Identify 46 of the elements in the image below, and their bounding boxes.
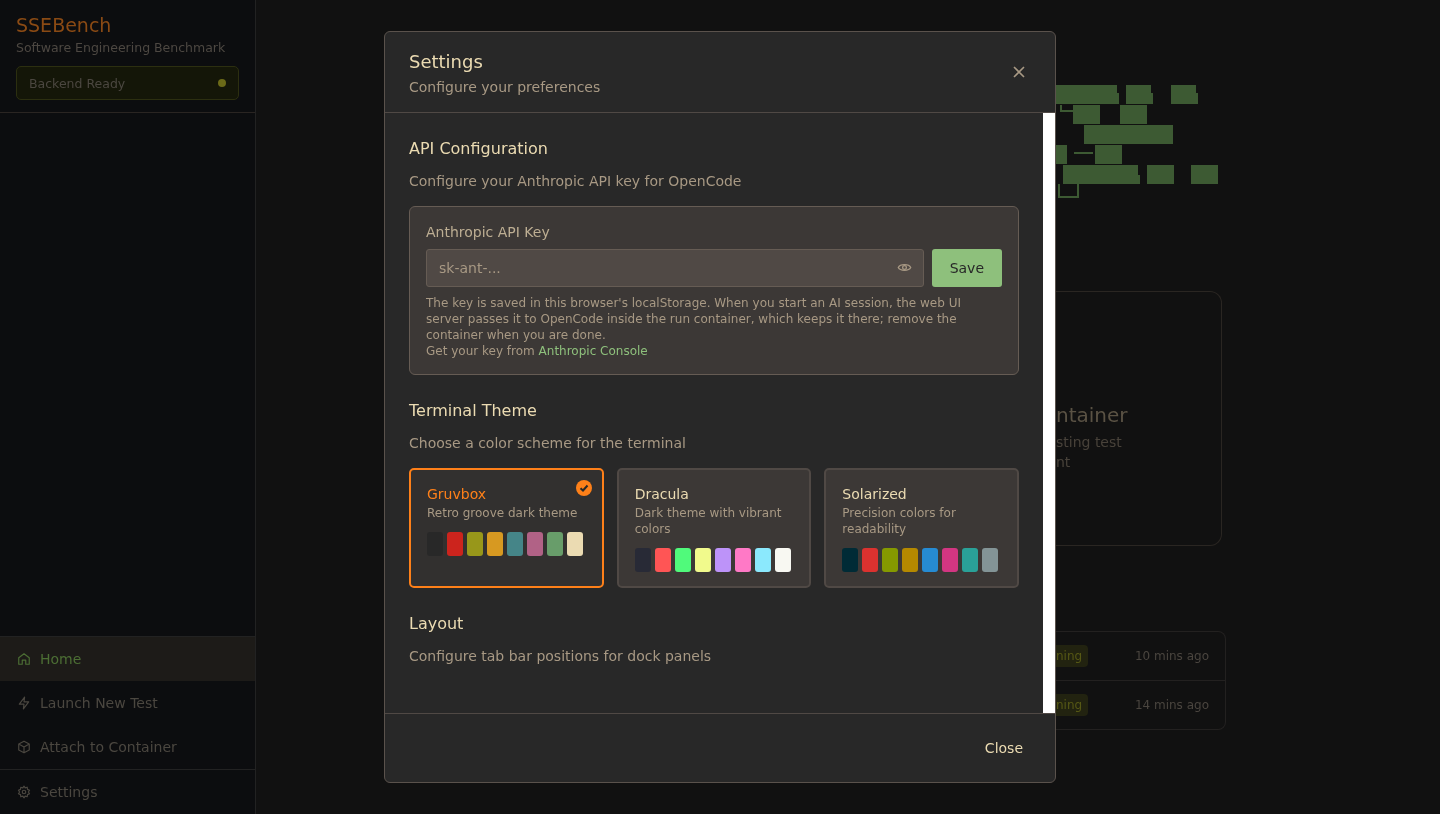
theme-card[interactable]: Solarized Precision colors for readability xyxy=(824,468,1019,588)
section-title: API Configuration xyxy=(409,139,549,159)
lightning-icon xyxy=(17,696,31,710)
section-title: Layout xyxy=(409,614,465,634)
section-description: Choose a color scheme for the terminal xyxy=(409,435,687,451)
help-text: The key is saved in this browser's localStorage. When you start an AI session, the web UI server passes it to OpenCode inside the run container, which keeps it there; remove the container when you are done. xyxy=(426,295,962,343)
dialog-title: Settings xyxy=(409,51,484,73)
dialog-subtitle: Configure your preferences xyxy=(409,79,601,95)
theme-card[interactable]: Dracula Dark theme with vibrant colors xyxy=(616,468,812,588)
theme-description: Retro groove dark theme xyxy=(427,505,579,521)
nav-item[interactable]: Home xyxy=(0,637,255,681)
field-label: Anthropic API Key xyxy=(426,224,551,240)
scrollbar[interactable] xyxy=(1043,113,1055,713)
nav-item[interactable]: Attach to Container xyxy=(0,725,255,769)
nav-label: Home xyxy=(40,651,82,667)
run-time: 14 mins ago xyxy=(1134,698,1209,712)
app-subtitle: Software Engineering Benchmark xyxy=(16,40,227,55)
app-title: SSEBench xyxy=(16,13,113,37)
theme-description: Precision colors for readability xyxy=(842,505,957,537)
nav-item[interactable]: Settings xyxy=(0,770,255,814)
section-title: Terminal Theme xyxy=(409,401,538,421)
theme-name: Solarized xyxy=(842,486,908,502)
checkmark-icon xyxy=(575,480,592,496)
status-dot-icon xyxy=(218,79,226,87)
api-key-field[interactable]: sk-ant-... xyxy=(426,249,924,287)
nav-label: Settings xyxy=(40,784,98,800)
theme-description: Dark theme with vibrant colors xyxy=(634,505,783,537)
home-icon xyxy=(17,652,31,666)
settings-icon xyxy=(17,785,31,799)
status-label: Backend Ready xyxy=(29,75,126,91)
nav-label: Launch New Test xyxy=(40,695,158,711)
theme-name: Dracula xyxy=(634,486,690,502)
theme-card[interactable]: Gruvbox Retro groove dark theme xyxy=(409,468,604,588)
card-title: ntainer xyxy=(1056,402,1129,428)
close-button[interactable]: Close xyxy=(968,732,1039,764)
section-description: Configure tab bar positions for dock panels xyxy=(409,648,713,664)
link-prefix: Get your key from xyxy=(426,344,536,358)
nav-label: Attach to Container xyxy=(40,739,177,755)
console-link[interactable]: Anthropic Console xyxy=(538,344,648,358)
cube-icon xyxy=(17,740,31,754)
nav-item[interactable]: Launch New Test xyxy=(0,681,255,725)
section-description: Configure your Anthropic API key for OpenCode xyxy=(409,173,743,189)
save-button[interactable]: Save xyxy=(931,249,1002,287)
run-time: 10 mins ago xyxy=(1134,649,1209,663)
theme-name: Gruvbox xyxy=(427,486,488,502)
close-icon xyxy=(1011,64,1027,80)
